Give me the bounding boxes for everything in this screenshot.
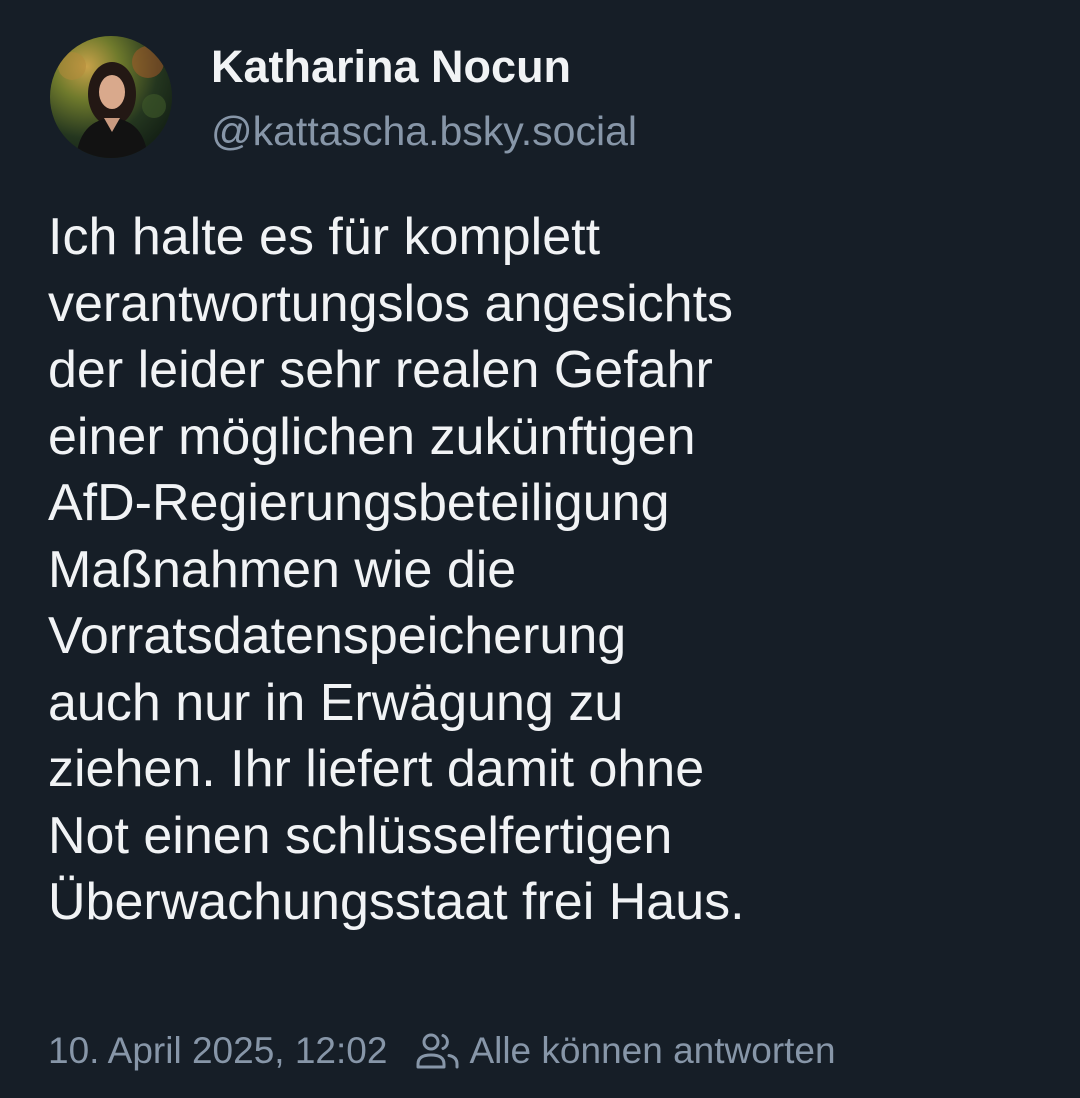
author-handle[interactable]: @kattascha.bsky.social [211, 106, 637, 156]
post-text: Ich halte es für komplett verantwortungs… [48, 204, 1048, 936]
people-icon [415, 1031, 461, 1071]
author-display-name[interactable]: Katharina Nocun [211, 40, 637, 94]
reply-settings-label: Alle können antworten [469, 1030, 836, 1071]
avatar[interactable] [50, 36, 172, 158]
post-timestamp[interactable]: 10. April 2025, 12:02 [48, 1030, 387, 1072]
post-text-line: AfD-Regierungsbeteiligung [48, 474, 670, 532]
post-text-line: einer möglichen zukünftigen [48, 407, 696, 466]
post-text-line: ziehen. Ihr liefert damit ohne [48, 740, 705, 798]
avatar-image [50, 36, 172, 158]
post-text-line: Maßnahmen wie die [48, 540, 517, 599]
post-text-line: auch nur in Erwägung zu [48, 673, 624, 732]
post-text-line: der leider sehr realen Gefahr [48, 341, 713, 399]
post-meta: 10. April 2025, 12:02 Alle können antwor… [48, 1026, 836, 1076]
post-text-line: Not einen schlüsselfertigen [48, 806, 673, 865]
reply-settings[interactable]: Alle können antworten [415, 1030, 836, 1072]
post-text-line: Ich halte es für komplett [48, 208, 601, 266]
post-text-line: verantwortungslos angesichts [48, 274, 734, 333]
post-text-line: Überwachungsstaat frei Haus. [48, 873, 745, 931]
author-block: Katharina Nocun @kattascha.bsky.social [211, 40, 637, 156]
post-card: Katharina Nocun @kattascha.bsky.social I… [0, 0, 1080, 1098]
post-text-line: Vorratsdatenspeicherung [48, 607, 627, 665]
